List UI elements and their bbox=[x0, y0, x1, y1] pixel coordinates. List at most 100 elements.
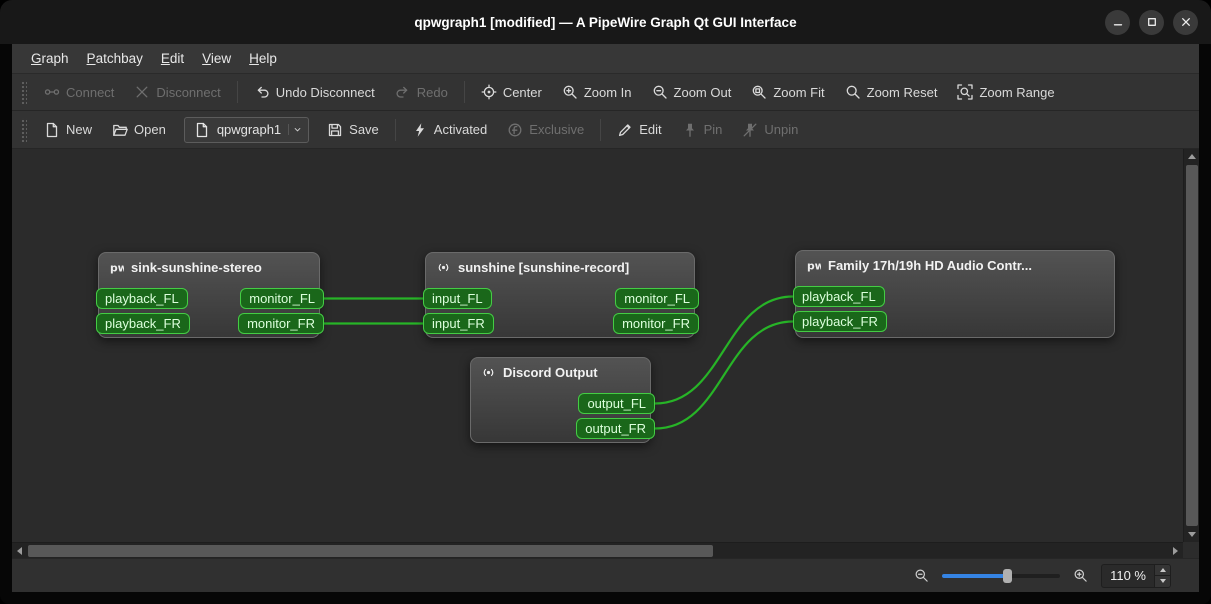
save-button[interactable]: Save bbox=[318, 117, 388, 143]
zoom-out-icon bbox=[914, 568, 929, 583]
close-button[interactable] bbox=[1173, 9, 1198, 35]
port-output_FL[interactable]: output_FL bbox=[578, 393, 655, 414]
disconnect-button[interactable]: Disconnect bbox=[125, 79, 229, 105]
scroll-down-icon bbox=[1187, 532, 1196, 537]
node-title: sunshine [sunshine-record] bbox=[426, 253, 694, 275]
menu-edit[interactable]: Edit bbox=[152, 46, 193, 71]
chevron-down-icon bbox=[288, 124, 303, 135]
pipewire-icon: pw bbox=[806, 258, 821, 273]
toolbar-button-label: Zoom Reset bbox=[866, 84, 938, 100]
menu-view[interactable]: View bbox=[193, 46, 240, 71]
horizontal-scroll-handle[interactable] bbox=[28, 544, 714, 557]
port-monitor_FL[interactable]: monitor_FL bbox=[615, 288, 699, 309]
zoom-in-icon bbox=[1073, 568, 1088, 583]
unpin-icon bbox=[742, 122, 758, 138]
minimize-icon bbox=[1110, 14, 1126, 30]
horizontal-scrollbar[interactable] bbox=[12, 542, 1183, 558]
exclusive-button[interactable]: Exclusive bbox=[498, 117, 593, 143]
undo-disconnect-button[interactable]: Undo Disconnect bbox=[245, 79, 384, 105]
vertical-scrollbar[interactable] bbox=[1183, 149, 1199, 542]
port-playback_FL[interactable]: playback_FL bbox=[96, 288, 188, 309]
toolbar-button-label: Disconnect bbox=[156, 84, 221, 100]
port-monitor_FR[interactable]: monitor_FR bbox=[238, 313, 324, 334]
new-icon bbox=[44, 122, 60, 138]
zoom-out-button[interactable]: Zoom Out bbox=[643, 79, 741, 105]
node-family-hd-audio[interactable]: pw Family 17h/19h HD Audio Contr... playba… bbox=[793, 250, 1115, 338]
scroll-up-button[interactable] bbox=[1184, 149, 1200, 164]
center-button[interactable]: Center bbox=[472, 79, 551, 105]
connect-icon bbox=[44, 84, 60, 100]
toolbar-drag-handle[interactable] bbox=[20, 80, 27, 104]
disconnect-icon bbox=[134, 84, 150, 100]
spin-down-icon bbox=[1159, 579, 1166, 584]
connect-button[interactable]: Connect bbox=[35, 79, 123, 105]
menu-help[interactable]: Help bbox=[240, 46, 286, 71]
scroll-right-icon bbox=[1173, 546, 1178, 555]
node-title: pw sink-sunshine-stereo bbox=[99, 253, 319, 275]
minimize-button[interactable] bbox=[1105, 9, 1130, 35]
toolbar-button-label: Zoom Fit bbox=[773, 84, 825, 100]
port-playback_FL[interactable]: playback_FL bbox=[793, 286, 885, 307]
port-monitor_FL[interactable]: monitor_FL bbox=[240, 288, 324, 309]
port-input_FR[interactable]: input_FR bbox=[423, 313, 494, 334]
redo-button[interactable]: Redo bbox=[386, 79, 457, 105]
toolbar-button-label: Unpin bbox=[764, 122, 799, 137]
zoom-value[interactable]: 110 % bbox=[1102, 565, 1154, 587]
toolbar-button-label: Save bbox=[349, 122, 379, 137]
node-sunshine-record[interactable]: sunshine [sunshine-record] input_FL input_… bbox=[423, 252, 699, 338]
toolbar-button-label: Redo bbox=[416, 84, 448, 100]
port-monitor_FR[interactable]: monitor_FR bbox=[613, 313, 699, 334]
zoom-spin-up-button[interactable] bbox=[1155, 564, 1170, 576]
patchbay-file-combo[interactable]: qpwgraph1 bbox=[183, 116, 310, 143]
port-playback_FR[interactable]: playback_FR bbox=[96, 313, 190, 334]
toolbar-button-label: Zoom Out bbox=[673, 84, 732, 100]
toolbar-button-label: Open bbox=[134, 122, 166, 137]
port-output_FR[interactable]: output_FR bbox=[576, 418, 655, 439]
file-icon bbox=[194, 122, 210, 138]
toolbar-button-label: Edit bbox=[639, 122, 662, 137]
open-button[interactable]: Open bbox=[103, 117, 175, 143]
pin-button[interactable]: Pin bbox=[673, 117, 732, 143]
zoom-slider[interactable] bbox=[942, 567, 1061, 585]
edit-button[interactable]: Edit bbox=[608, 117, 670, 143]
menubar: Graph Patchbay Edit View Help bbox=[12, 44, 1199, 74]
node-title-text: sink-sunshine-stereo bbox=[131, 260, 262, 275]
node-sink-sunshine-stereo[interactable]: pw sink-sunshine-stereo playback_FLplaybac… bbox=[96, 252, 324, 338]
toolbar-button-label: Undo Disconnect bbox=[275, 84, 375, 100]
scroll-left-button[interactable] bbox=[12, 543, 27, 559]
connection-wires-layer bbox=[324, 295, 794, 430]
zoom-in-icon bbox=[562, 84, 578, 100]
activated-button[interactable]: Activated bbox=[403, 117, 496, 143]
statusbar: 110 % bbox=[12, 558, 1199, 592]
maximize-button[interactable] bbox=[1139, 9, 1164, 35]
node-discord-output[interactable]: Discord Output output_FL output_FR bbox=[470, 357, 655, 443]
menu-graph[interactable]: Graph bbox=[22, 46, 78, 71]
zoom-in-button[interactable]: Zoom In bbox=[553, 79, 641, 105]
toolbar-button-label: Center bbox=[502, 84, 542, 100]
vertical-scroll-handle[interactable] bbox=[1185, 165, 1198, 526]
toolbar-drag-handle[interactable] bbox=[20, 117, 27, 142]
zoom-spin-down-button[interactable] bbox=[1155, 576, 1170, 587]
zoom-fit-icon bbox=[751, 84, 767, 100]
menu-patchbay[interactable]: Patchbay bbox=[78, 46, 152, 71]
qpwgraph-window: qpwgraph1 [modified] — A PipeWire Graph … bbox=[0, 0, 1211, 604]
zoom-reset-button[interactable]: Zoom Reset bbox=[836, 79, 947, 105]
titlebar[interactable]: qpwgraph1 [modified] — A PipeWire Graph … bbox=[0, 0, 1211, 44]
new-button[interactable]: New bbox=[35, 117, 101, 143]
canvas-area: pwsink-sunshine-stereoplayback_FLplaybac… bbox=[12, 149, 1199, 558]
unpin-button[interactable]: Unpin bbox=[733, 117, 807, 143]
zoom-spinbox: 110 % bbox=[1101, 563, 1171, 588]
zoom-slider-handle[interactable] bbox=[1002, 568, 1012, 583]
zoom-fit-button[interactable]: Zoom Fit bbox=[742, 79, 833, 105]
window-title: qpwgraph1 [modified] — A PipeWire Graph … bbox=[414, 14, 797, 30]
center-icon bbox=[481, 84, 497, 100]
port-input_FL[interactable]: input_FL bbox=[423, 288, 492, 309]
node-title-text: sunshine [sunshine-record] bbox=[458, 260, 630, 275]
exclusive-icon bbox=[507, 122, 523, 138]
port-playback_FR[interactable]: playback_FR bbox=[793, 311, 887, 332]
zoom-range-button[interactable]: Zoom Range bbox=[948, 79, 1063, 105]
zoom-slider-fill bbox=[942, 573, 1007, 578]
scroll-down-button[interactable] bbox=[1184, 527, 1200, 542]
graph-canvas[interactable]: pwsink-sunshine-stereoplayback_FLplaybac… bbox=[12, 149, 1183, 542]
scroll-right-button[interactable] bbox=[1168, 543, 1183, 559]
